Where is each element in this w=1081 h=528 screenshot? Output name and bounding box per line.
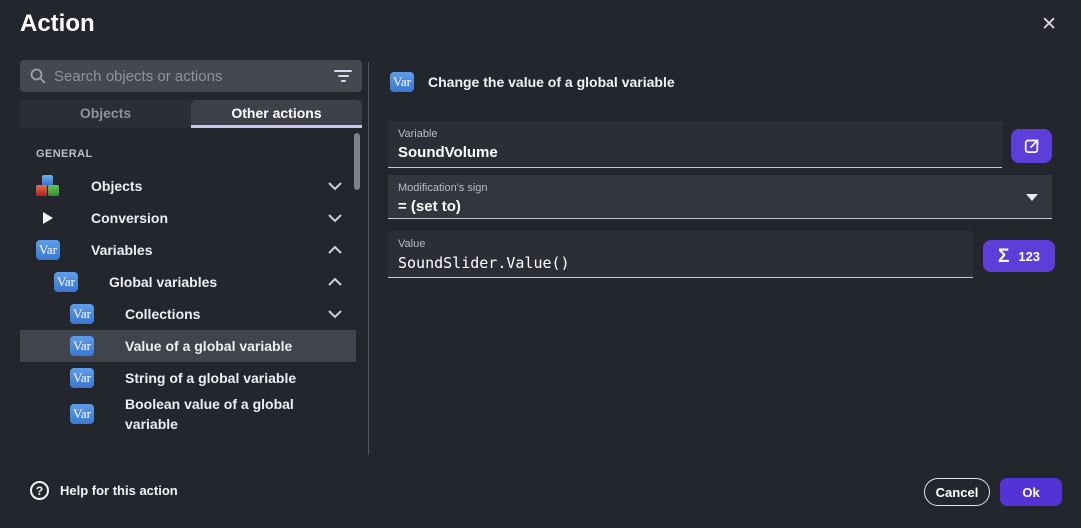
tree-item-label: String of a global variable	[125, 368, 340, 388]
sign-field-label: Modification's sign	[398, 182, 1042, 194]
filter-icon[interactable]	[334, 70, 352, 82]
var-badge-icon: Var	[70, 336, 94, 356]
actions-tree: GENERAL Objects Conversion Var Variables…	[20, 140, 356, 435]
chevron-down-icon[interactable]	[328, 310, 342, 319]
tree-item-value-of-a-global-variable[interactable]: Var Value of a global variable	[20, 330, 356, 362]
modification-sign-select[interactable]: Modification's sign = (set to)	[388, 175, 1052, 219]
chevron-up-icon[interactable]	[328, 246, 342, 255]
tree-item-boolean-value-of-a-global-variable[interactable]: Var Boolean value of a global variable	[20, 394, 356, 435]
dropdown-caret-icon	[1026, 194, 1038, 201]
open-variables-editor-button[interactable]	[1011, 129, 1052, 163]
close-icon[interactable]: ✕	[1041, 15, 1057, 34]
value-field-label: Value	[398, 238, 963, 250]
chevron-down-icon[interactable]	[328, 182, 342, 191]
tab-objects[interactable]: Objects	[20, 100, 191, 128]
tree-scrollbar[interactable]	[354, 133, 360, 190]
tree-item-label: Conversion	[91, 208, 212, 228]
tab-bar: Objects Other actions	[20, 100, 362, 128]
tree-item-label: Boolean value of a global variable	[125, 394, 356, 435]
play-triangle-icon	[36, 212, 60, 224]
help-label: Help for this action	[60, 483, 178, 498]
sign-field-value: = (set to)	[398, 198, 1042, 215]
tree-item-label: Value of a global variable	[125, 336, 336, 356]
search-icon	[30, 68, 46, 84]
tree-item-objects[interactable]: Objects	[20, 170, 356, 202]
tree-item-string-of-a-global-variable[interactable]: Var String of a global variable	[20, 362, 356, 394]
tree-item-global-variables[interactable]: Var Global variables	[20, 266, 356, 298]
search-input[interactable]	[54, 68, 326, 85]
variable-field-label: Variable	[398, 128, 992, 140]
sigma-icon: Σ	[998, 247, 1009, 266]
var-badge-icon: Var	[70, 368, 94, 388]
var-badge-icon: Var	[390, 72, 414, 92]
chevron-down-icon[interactable]	[328, 214, 342, 223]
tree-item-label: Collections	[125, 304, 244, 324]
variable-field-value[interactable]: SoundVolume	[398, 144, 992, 161]
objects-cubes-icon	[36, 175, 60, 197]
tab-other-actions[interactable]: Other actions	[191, 100, 362, 128]
value-field[interactable]: Value SoundSlider.Value()	[388, 231, 973, 278]
var-badge-icon: Var	[70, 404, 94, 424]
expression-builder-button[interactable]: Σ 123	[983, 240, 1055, 272]
help-link[interactable]: ? Help for this action	[30, 481, 178, 500]
tab-objects-label: Objects	[80, 105, 131, 121]
value-field-value[interactable]: SoundSlider.Value()	[398, 254, 963, 272]
editor-title: Change the value of a global variable	[428, 74, 675, 90]
variable-field[interactable]: Variable SoundVolume	[388, 121, 1002, 168]
tree-item-collections[interactable]: Var Collections	[20, 298, 356, 330]
help-icon: ?	[30, 481, 49, 500]
tree-item-label: Variables	[91, 240, 197, 260]
tree-item-conversion[interactable]: Conversion	[20, 202, 356, 234]
action-dialog: Action ✕ Objects Other actions GENERAL O…	[0, 0, 1081, 528]
tree-section-header: GENERAL	[20, 140, 356, 170]
dialog-title: Action	[20, 10, 95, 38]
chevron-up-icon[interactable]	[328, 278, 342, 287]
search-bar[interactable]	[20, 60, 362, 92]
tree-item-variables[interactable]: Var Variables	[20, 234, 356, 266]
panel-divider	[368, 62, 369, 455]
cancel-button[interactable]: Cancel	[924, 478, 990, 506]
tree-item-label: Objects	[91, 176, 186, 196]
tree-item-label: Global variables	[109, 272, 261, 292]
var-badge-icon: Var	[70, 304, 94, 324]
var-badge-icon: Var	[54, 272, 78, 292]
external-link-icon	[1022, 137, 1041, 156]
editor-header: Var Change the value of a global variabl…	[390, 72, 675, 92]
var-badge-icon: Var	[36, 240, 60, 260]
ok-button[interactable]: Ok	[1000, 478, 1062, 506]
tab-other-actions-label: Other actions	[231, 105, 321, 121]
expression-builder-label: 123	[1018, 249, 1040, 264]
